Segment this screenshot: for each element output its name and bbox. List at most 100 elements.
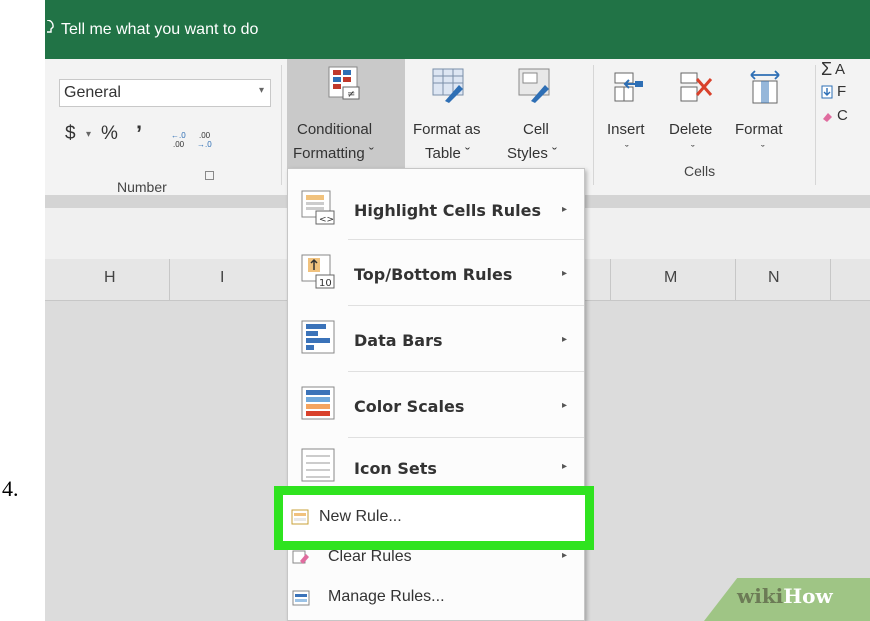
- step-number: 4.: [2, 476, 19, 501]
- chevron-down-icon: ▾: [258, 85, 264, 96]
- number-format-value: General: [64, 84, 121, 101]
- grid-line: [830, 301, 831, 621]
- manage-rules-label: Manage Rules...: [328, 588, 445, 605]
- menu-item-top-bottom-rules[interactable]: 10 Top/Bottom Rules ▸: [288, 243, 584, 303]
- format-caret: ˇ: [761, 144, 765, 156]
- watermark-logo: wikiHow: [737, 584, 833, 608]
- eraser-icon[interactable]: [821, 111, 833, 123]
- insert-cells-icon: [614, 72, 643, 102]
- new-rule-icon: [291, 509, 309, 525]
- menu-separator: [348, 437, 584, 438]
- fill-partial-label: F: [837, 83, 847, 100]
- menu-item-color-scales[interactable]: Color Scales ▸: [288, 375, 584, 435]
- increase-decimal-icon[interactable]: ←.0 .00: [169, 131, 193, 149]
- svg-text:→.0: →.0: [197, 140, 212, 149]
- grid-line: [169, 301, 170, 621]
- column-header-m[interactable]: M: [664, 269, 677, 287]
- column-separator[interactable]: [169, 259, 170, 301]
- menu-separator: [348, 239, 584, 240]
- svg-text:.00: .00: [173, 140, 185, 149]
- highlight-cells-icon: <>: [301, 190, 335, 225]
- format-as-table-button[interactable]: Format as Table ˇ: [409, 59, 481, 171]
- icon-sets-icon: [301, 448, 335, 482]
- lightbulb-icon: [46, 20, 54, 33]
- grid-line: [735, 301, 736, 621]
- conditional-formatting-label-1: Conditional: [297, 121, 373, 138]
- cells-group-label: Cells: [684, 163, 716, 179]
- new-rule-label: New Rule...: [319, 508, 402, 525]
- cell-styles-button[interactable]: Cell Styles ˇ: [497, 59, 561, 171]
- delete-cells-icon: [680, 72, 713, 102]
- menu-item-data-bars[interactable]: Data Bars ▸: [288, 309, 584, 369]
- format-as-table-icon: [432, 68, 464, 103]
- grid-line: [57, 301, 58, 621]
- clear-rules-label: Clear Rules: [328, 548, 412, 565]
- number-format-dropdown[interactable]: General ▾: [59, 79, 271, 107]
- percent-style-button[interactable]: %: [101, 123, 118, 145]
- submenu-arrow-icon: ▸: [562, 550, 568, 561]
- conditional-formatting-icon: ≠: [328, 66, 360, 100]
- cell-styles-label-2: Styles ˇ: [507, 145, 558, 162]
- column-header-i[interactable]: I: [220, 269, 224, 287]
- clear-partial-label: C: [837, 107, 848, 124]
- comma-style-button[interactable]: ’: [136, 121, 142, 147]
- column-separator[interactable]: [735, 259, 736, 301]
- format-cells-icon: [750, 70, 780, 104]
- insert-button[interactable]: Insert ˇ: [601, 59, 661, 171]
- group-separator: [281, 65, 282, 185]
- autosum-partial-label: A: [835, 61, 846, 78]
- column-header-h[interactable]: H: [104, 269, 116, 287]
- format-button[interactable]: Format ˇ: [733, 59, 801, 171]
- grid-line: [610, 301, 611, 621]
- menu-item-highlight-cells-rules[interactable]: <> Highlight Cells Rules ▸: [288, 179, 584, 239]
- accounting-format-button[interactable]: $: [65, 123, 76, 145]
- delete-button[interactable]: Delete ˇ: [665, 59, 729, 171]
- submenu-arrow-icon: ▸: [562, 204, 568, 215]
- tell-me-bar[interactable]: Tell me what you want to do: [45, 0, 870, 59]
- svg-text:.00: .00: [199, 131, 211, 140]
- number-group-label: Number: [117, 179, 167, 195]
- number-dialog-launcher-icon[interactable]: [205, 171, 214, 180]
- conditional-formatting-label-2: Formatting ˇ: [293, 145, 374, 162]
- watermark-part-2: How: [783, 584, 833, 608]
- decrease-decimal-icon[interactable]: .00 →.0: [197, 131, 221, 149]
- delete-label: Delete: [669, 121, 713, 138]
- cell-styles-label-1: Cell: [523, 121, 549, 138]
- group-separator: [593, 65, 594, 185]
- color-scales-icon: [301, 386, 335, 420]
- autosum-icon[interactable]: Σ: [821, 59, 832, 80]
- svg-text:<>: <>: [319, 215, 334, 225]
- submenu-arrow-icon: ▸: [562, 461, 568, 472]
- menu-label: Color Scales: [354, 397, 465, 416]
- group-separator: [815, 65, 816, 185]
- data-bars-icon: [301, 320, 335, 354]
- new-rule-highlight: New Rule...: [274, 486, 594, 550]
- menu-label: Icon Sets: [354, 459, 437, 478]
- delete-caret: ˇ: [691, 144, 695, 156]
- format-label: Format: [735, 121, 783, 138]
- submenu-arrow-icon: ▸: [562, 334, 568, 345]
- insert-caret: ˇ: [625, 144, 629, 156]
- menu-item-new-rule[interactable]: New Rule...: [283, 495, 585, 541]
- format-as-table-label-2: Table ˇ: [425, 145, 471, 162]
- eraser-icon: [292, 550, 309, 564]
- svg-text:10: 10: [319, 278, 332, 289]
- menu-item-manage-rules[interactable]: Manage Rules...: [288, 584, 584, 614]
- tell-me-text: Tell me what you want to do: [61, 21, 259, 38]
- menu-label: Top/Bottom Rules: [354, 265, 513, 284]
- format-as-table-label-1: Format as: [413, 121, 481, 138]
- conditional-formatting-button[interactable]: ≠ Conditional Formatting ˇ: [287, 59, 405, 171]
- menu-label: Highlight Cells Rules: [354, 201, 541, 220]
- menu-separator: [348, 305, 584, 306]
- accounting-dropdown-caret[interactable]: ▾: [86, 129, 91, 140]
- submenu-arrow-icon: ▸: [562, 268, 568, 279]
- svg-text:≠: ≠: [347, 89, 355, 100]
- menu-label: Data Bars: [354, 331, 443, 350]
- column-separator[interactable]: [610, 259, 611, 301]
- submenu-arrow-icon: ▸: [562, 400, 568, 411]
- conditional-formatting-menu: <> Highlight Cells Rules ▸ 10 Top/Bottom…: [287, 168, 585, 621]
- fill-icon[interactable]: [821, 85, 833, 99]
- insert-label: Insert: [607, 121, 645, 138]
- column-header-n[interactable]: N: [768, 269, 780, 287]
- column-separator[interactable]: [830, 259, 831, 301]
